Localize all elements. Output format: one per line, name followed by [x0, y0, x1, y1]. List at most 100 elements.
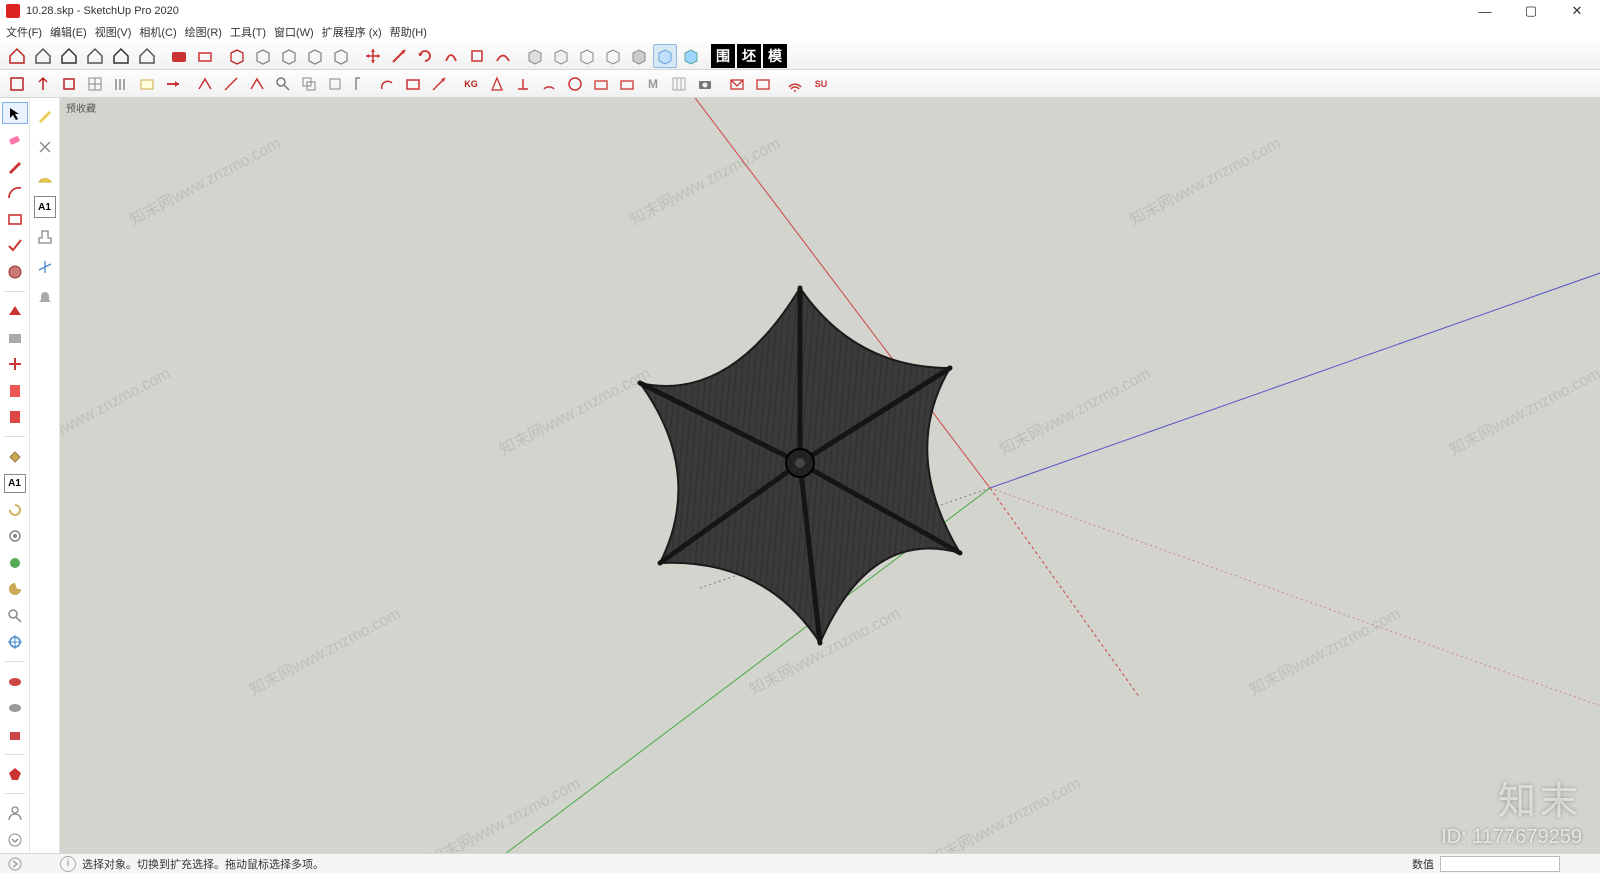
house-icon-3[interactable] [57, 44, 81, 68]
swirl-tool[interactable] [4, 501, 26, 519]
ch-button-3[interactable]: 模 [763, 44, 787, 68]
menu-draw[interactable]: 绘图(R) [185, 24, 222, 40]
red-arrow-tool[interactable] [387, 44, 411, 68]
b-gray-tool[interactable] [34, 136, 56, 158]
text-tool[interactable]: A1 [4, 474, 26, 493]
cube-shade-3[interactable] [575, 44, 599, 68]
cube-tool-2[interactable] [251, 44, 275, 68]
menu-file[interactable]: 文件(F) [6, 24, 42, 40]
red-tool-g[interactable] [439, 44, 463, 68]
red-tool-h[interactable] [465, 44, 489, 68]
t2-20[interactable] [511, 72, 535, 96]
kg-icon[interactable]: KG [459, 72, 483, 96]
menu-ext[interactable]: 扩展程序 (x) [322, 24, 382, 40]
su-icon[interactable]: SU [809, 72, 833, 96]
maximize-button[interactable]: ▢ [1508, 0, 1554, 22]
red-tool-i[interactable] [491, 44, 515, 68]
house-icon-6[interactable] [135, 44, 159, 68]
cube-shade-7[interactable] [679, 44, 703, 68]
cube-tool-4[interactable] [303, 44, 327, 68]
house-icon[interactable] [5, 44, 29, 68]
t2-1[interactable] [5, 72, 29, 96]
close-button[interactable]: ✕ [1554, 0, 1600, 22]
cube-shade-6[interactable] [653, 44, 677, 68]
red-cross-tool[interactable] [4, 355, 26, 373]
b-bell[interactable] [34, 286, 56, 308]
b-stamp[interactable] [34, 226, 56, 248]
cube-shade-5[interactable] [627, 44, 651, 68]
viewport[interactable]: 预收藏 [60, 98, 1600, 853]
t2-4[interactable] [83, 72, 107, 96]
cube-shade-1[interactable] [523, 44, 547, 68]
eraser-tool[interactable] [4, 130, 26, 148]
cube-shade-2[interactable] [549, 44, 573, 68]
gray-box-tool[interactable] [4, 328, 26, 346]
red-tool-2[interactable] [193, 44, 217, 68]
red-box-tool[interactable] [4, 725, 26, 743]
wifi-icon[interactable] [783, 72, 807, 96]
red-tool-1[interactable] [167, 44, 191, 68]
chevron-down-icon[interactable] [4, 831, 26, 849]
t2-17[interactable] [427, 72, 451, 96]
b-axis[interactable] [34, 256, 56, 278]
t2-26[interactable] [667, 72, 691, 96]
m-icon[interactable]: M [641, 72, 665, 96]
t2-21[interactable] [537, 72, 561, 96]
person-icon[interactable] [4, 804, 26, 822]
circle-tool[interactable] [4, 262, 26, 280]
t2-12[interactable] [297, 72, 321, 96]
house-icon-4[interactable] [83, 44, 107, 68]
house-icon-2[interactable] [31, 44, 55, 68]
red-sheet-tool-2[interactable] [4, 408, 26, 426]
pencil-tool[interactable] [4, 157, 26, 175]
camera-icon[interactable] [693, 72, 717, 96]
t2-8[interactable] [193, 72, 217, 96]
menu-camera[interactable]: 相机(C) [139, 24, 176, 40]
mail-icon[interactable] [725, 72, 749, 96]
target-tool[interactable] [4, 633, 26, 651]
menu-help[interactable]: 帮助(H) [390, 24, 427, 40]
t2-22[interactable] [563, 72, 587, 96]
b-protractor[interactable] [34, 166, 56, 188]
red-sheet-tool[interactable] [4, 381, 26, 399]
menu-window[interactable]: 窗口(W) [274, 24, 314, 40]
b-tape[interactable] [34, 106, 56, 128]
t2-3[interactable] [57, 72, 81, 96]
t2-6[interactable] [135, 72, 159, 96]
green-tool[interactable] [4, 553, 26, 571]
t2-10[interactable] [245, 72, 269, 96]
gray-disc-tool[interactable] [4, 699, 26, 717]
cube-shade-4[interactable] [601, 44, 625, 68]
t2-19[interactable] [485, 72, 509, 96]
measure-input[interactable] [1440, 856, 1560, 872]
t2-13[interactable] [323, 72, 347, 96]
t2-16[interactable] [401, 72, 425, 96]
ruby-tool[interactable] [4, 765, 26, 783]
house-icon-5[interactable] [109, 44, 133, 68]
cube-tool-3[interactable] [277, 44, 301, 68]
arc-tool[interactable] [4, 183, 26, 201]
cube-tool-1[interactable] [225, 44, 249, 68]
t2-15[interactable] [375, 72, 399, 96]
checkmark-tool[interactable] [4, 236, 26, 254]
zoom-tool[interactable] [4, 606, 26, 624]
rotate-tool[interactable] [413, 44, 437, 68]
ch-button-2[interactable]: 坯 [737, 44, 761, 68]
menu-tools[interactable]: 工具(T) [230, 24, 266, 40]
t2-mail2[interactable] [751, 72, 775, 96]
cube-tool-5[interactable] [329, 44, 353, 68]
t2-5[interactable] [109, 72, 133, 96]
minimize-button[interactable]: — [1462, 0, 1508, 22]
menu-view[interactable]: 视图(V) [95, 24, 132, 40]
status-chevron-icon[interactable] [4, 853, 26, 875]
red-disc-tool[interactable] [4, 672, 26, 690]
ch-button-1[interactable]: 围 [711, 44, 735, 68]
select-tool[interactable] [2, 102, 28, 124]
t2-23[interactable] [589, 72, 613, 96]
t2-24[interactable] [615, 72, 639, 96]
b-text[interactable]: A1 [34, 196, 56, 218]
paint-bucket-tool[interactable] [4, 447, 26, 465]
move-tool[interactable] [361, 44, 385, 68]
menu-edit[interactable]: 编辑(E) [50, 24, 87, 40]
t2-2[interactable] [31, 72, 55, 96]
